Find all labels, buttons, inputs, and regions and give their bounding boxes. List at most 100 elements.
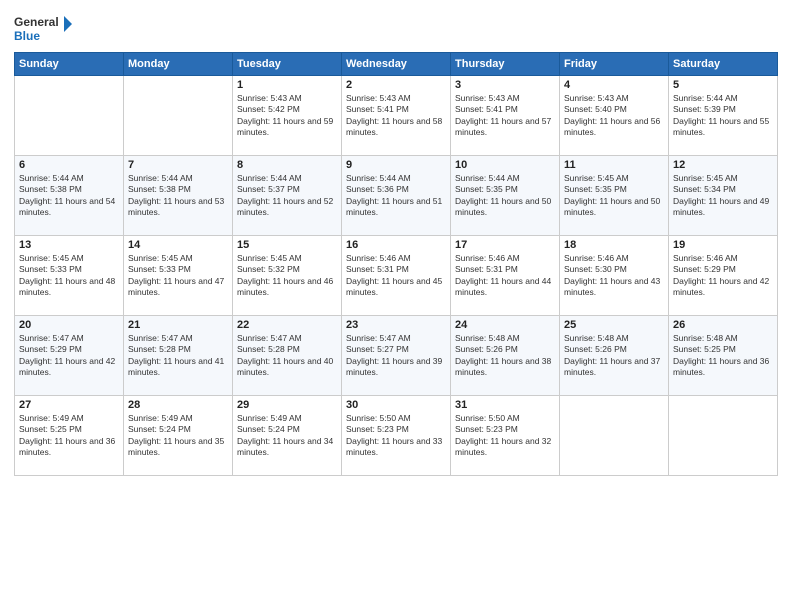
day-number: 25 <box>564 319 664 331</box>
day-number: 5 <box>673 79 773 91</box>
calendar-cell: 8Sunrise: 5:44 AM Sunset: 5:37 PM Daylig… <box>233 156 342 236</box>
week-row-2: 6 Sunrise: 5:44 AM Sunset: 5:38 PM Daylig… <box>15 156 778 236</box>
calendar-cell: 14 Sunrise: 5:45 AM Sunset: 5:33 PM Dayli… <box>124 236 233 316</box>
day-number: 3 <box>455 79 555 91</box>
svg-text:Blue: Blue <box>14 29 40 43</box>
day-info: Sunrise: 5:47 AM Sunset: 5:28 PM Dayligh… <box>128 333 228 379</box>
calendar-cell: 19 Sunrise: 5:46 AM Sunset: 5:29 PM Dayli… <box>669 236 778 316</box>
day-info: Sunrise: 5:47 AM Sunset: 5:28 PM Dayligh… <box>237 333 337 379</box>
calendar-cell: 10 Sunrise: 5:44 AM Sunset: 5:35 PM Dayli… <box>451 156 560 236</box>
day-number: 18 <box>564 239 664 251</box>
day-number: 7 <box>128 159 228 171</box>
week-row-3: 13Sunrise: 5:45 AM Sunset: 5:33 PM Dayli… <box>15 236 778 316</box>
day-number: 29 <box>237 399 337 411</box>
day-number: 27 <box>19 399 119 411</box>
calendar-cell: 30 Sunrise: 5:50 AM Sunset: 5:23 PM Dayli… <box>342 396 451 476</box>
calendar-cell: 31Sunrise: 5:50 AM Sunset: 5:23 PM Dayli… <box>451 396 560 476</box>
week-row-4: 20 Sunrise: 5:47 AM Sunset: 5:29 PM Dayli… <box>15 316 778 396</box>
day-info: Sunrise: 5:46 AM Sunset: 5:31 PM Dayligh… <box>455 253 555 299</box>
day-info: Sunrise: 5:45 AM Sunset: 5:32 PM Dayligh… <box>237 253 337 299</box>
calendar-cell <box>669 396 778 476</box>
column-header-saturday: Saturday <box>669 53 778 76</box>
day-info: Sunrise: 5:45 AM Sunset: 5:33 PM Dayligh… <box>128 253 228 299</box>
calendar-cell: 9Sunrise: 5:44 AM Sunset: 5:36 PM Daylig… <box>342 156 451 236</box>
day-number: 2 <box>346 79 446 91</box>
column-header-monday: Monday <box>124 53 233 76</box>
calendar-cell: 18 Sunrise: 5:46 AM Sunset: 5:30 PM Dayli… <box>560 236 669 316</box>
day-number: 16 <box>346 239 446 251</box>
day-info: Sunrise: 5:44 AM Sunset: 5:36 PM Dayligh… <box>346 173 446 219</box>
logo-svg: General Blue <box>14 10 74 46</box>
calendar-cell: 23Sunrise: 5:47 AM Sunset: 5:27 PM Dayli… <box>342 316 451 396</box>
day-info: Sunrise: 5:49 AM Sunset: 5:24 PM Dayligh… <box>237 413 337 459</box>
day-info: Sunrise: 5:48 AM Sunset: 5:25 PM Dayligh… <box>673 333 773 379</box>
calendar-cell: 22 Sunrise: 5:47 AM Sunset: 5:28 PM Dayli… <box>233 316 342 396</box>
day-number: 11 <box>564 159 664 171</box>
day-info: Sunrise: 5:48 AM Sunset: 5:26 PM Dayligh… <box>564 333 664 379</box>
day-info: Sunrise: 5:46 AM Sunset: 5:30 PM Dayligh… <box>564 253 664 299</box>
day-info: Sunrise: 5:44 AM Sunset: 5:38 PM Dayligh… <box>19 173 119 219</box>
column-header-friday: Friday <box>560 53 669 76</box>
day-info: Sunrise: 5:44 AM Sunset: 5:35 PM Dayligh… <box>455 173 555 219</box>
day-number: 19 <box>673 239 773 251</box>
day-info: Sunrise: 5:44 AM Sunset: 5:38 PM Dayligh… <box>128 173 228 219</box>
calendar-cell: 24 Sunrise: 5:48 AM Sunset: 5:26 PM Dayli… <box>451 316 560 396</box>
calendar-cell <box>15 76 124 156</box>
day-info: Sunrise: 5:49 AM Sunset: 5:24 PM Dayligh… <box>128 413 228 459</box>
day-info: Sunrise: 5:49 AM Sunset: 5:25 PM Dayligh… <box>19 413 119 459</box>
day-info: Sunrise: 5:44 AM Sunset: 5:39 PM Dayligh… <box>673 93 773 139</box>
week-row-5: 27 Sunrise: 5:49 AM Sunset: 5:25 PM Dayli… <box>15 396 778 476</box>
day-info: Sunrise: 5:50 AM Sunset: 5:23 PM Dayligh… <box>346 413 446 459</box>
column-header-wednesday: Wednesday <box>342 53 451 76</box>
day-info: Sunrise: 5:43 AM Sunset: 5:40 PM Dayligh… <box>564 93 664 139</box>
column-header-tuesday: Tuesday <box>233 53 342 76</box>
calendar-cell: 26Sunrise: 5:48 AM Sunset: 5:25 PM Dayli… <box>669 316 778 396</box>
header: General Blue <box>14 10 778 46</box>
calendar-cell: 6 Sunrise: 5:44 AM Sunset: 5:38 PM Daylig… <box>15 156 124 236</box>
day-number: 17 <box>455 239 555 251</box>
day-number: 10 <box>455 159 555 171</box>
logo: General Blue <box>14 10 74 46</box>
calendar-cell: 7 Sunrise: 5:44 AM Sunset: 5:38 PM Daylig… <box>124 156 233 236</box>
calendar: SundayMondayTuesdayWednesdayThursdayFrid… <box>14 52 778 476</box>
day-info: Sunrise: 5:47 AM Sunset: 5:29 PM Dayligh… <box>19 333 119 379</box>
calendar-cell: 25 Sunrise: 5:48 AM Sunset: 5:26 PM Dayli… <box>560 316 669 396</box>
day-number: 14 <box>128 239 228 251</box>
calendar-cell: 21Sunrise: 5:47 AM Sunset: 5:28 PM Dayli… <box>124 316 233 396</box>
day-number: 30 <box>346 399 446 411</box>
day-info: Sunrise: 5:45 AM Sunset: 5:35 PM Dayligh… <box>564 173 664 219</box>
calendar-cell: 11 Sunrise: 5:45 AM Sunset: 5:35 PM Dayli… <box>560 156 669 236</box>
svg-text:General: General <box>14 15 59 29</box>
week-row-1: 1 Sunrise: 5:43 AM Sunset: 5:42 PM Daylig… <box>15 76 778 156</box>
day-number: 6 <box>19 159 119 171</box>
day-number: 28 <box>128 399 228 411</box>
day-number: 22 <box>237 319 337 331</box>
page: General Blue SundayMondayTuesdayWednesda… <box>0 0 792 612</box>
calendar-cell: 5 Sunrise: 5:44 AM Sunset: 5:39 PM Daylig… <box>669 76 778 156</box>
day-number: 20 <box>19 319 119 331</box>
calendar-cell <box>560 396 669 476</box>
day-number: 12 <box>673 159 773 171</box>
day-number: 24 <box>455 319 555 331</box>
calendar-header-row: SundayMondayTuesdayWednesdayThursdayFrid… <box>15 53 778 76</box>
day-info: Sunrise: 5:44 AM Sunset: 5:37 PM Dayligh… <box>237 173 337 219</box>
day-info: Sunrise: 5:43 AM Sunset: 5:41 PM Dayligh… <box>455 93 555 139</box>
day-number: 1 <box>237 79 337 91</box>
day-info: Sunrise: 5:43 AM Sunset: 5:42 PM Dayligh… <box>237 93 337 139</box>
calendar-cell: 3 Sunrise: 5:43 AM Sunset: 5:41 PM Daylig… <box>451 76 560 156</box>
day-info: Sunrise: 5:45 AM Sunset: 5:33 PM Dayligh… <box>19 253 119 299</box>
day-info: Sunrise: 5:48 AM Sunset: 5:26 PM Dayligh… <box>455 333 555 379</box>
day-number: 31 <box>455 399 555 411</box>
calendar-cell: 15Sunrise: 5:45 AM Sunset: 5:32 PM Dayli… <box>233 236 342 316</box>
column-header-sunday: Sunday <box>15 53 124 76</box>
calendar-cell: 27 Sunrise: 5:49 AM Sunset: 5:25 PM Dayli… <box>15 396 124 476</box>
calendar-cell: 16Sunrise: 5:46 AM Sunset: 5:31 PM Dayli… <box>342 236 451 316</box>
column-header-thursday: Thursday <box>451 53 560 76</box>
calendar-cell: 1 Sunrise: 5:43 AM Sunset: 5:42 PM Daylig… <box>233 76 342 156</box>
calendar-cell: 20 Sunrise: 5:47 AM Sunset: 5:29 PM Dayli… <box>15 316 124 396</box>
calendar-cell: 29 Sunrise: 5:49 AM Sunset: 5:24 PM Dayli… <box>233 396 342 476</box>
day-info: Sunrise: 5:46 AM Sunset: 5:29 PM Dayligh… <box>673 253 773 299</box>
day-number: 4 <box>564 79 664 91</box>
day-info: Sunrise: 5:43 AM Sunset: 5:41 PM Dayligh… <box>346 93 446 139</box>
day-number: 23 <box>346 319 446 331</box>
